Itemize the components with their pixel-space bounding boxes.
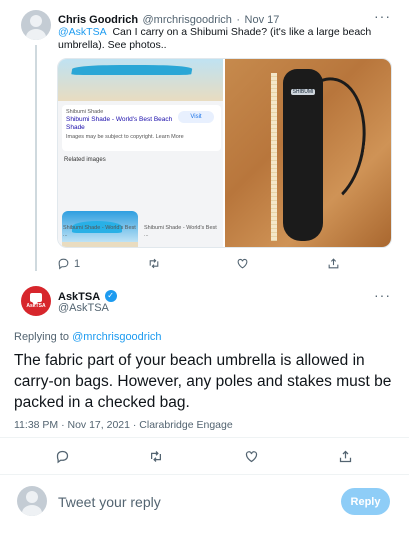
retweet-icon xyxy=(151,451,161,462)
reply-action[interactable] xyxy=(55,449,70,464)
reply-author-handle[interactable]: @AskTSA xyxy=(58,302,109,314)
page-title: Shibumi Shade - World's Best Beach Shade xyxy=(66,116,173,131)
avatar[interactable] xyxy=(21,10,51,40)
author-handle[interactable]: @mrchrisgoodrich xyxy=(143,14,232,26)
heart-icon xyxy=(245,451,258,463)
retweet-action[interactable] xyxy=(148,449,164,464)
tweet-date[interactable]: Nov 17 xyxy=(245,14,280,26)
like-action[interactable] xyxy=(236,257,249,270)
reply-action[interactable]: 1 xyxy=(57,257,80,270)
related-images-label: Related images xyxy=(64,157,106,163)
like-action[interactable] xyxy=(244,449,259,464)
verified-badge-icon: ✓ xyxy=(104,289,117,302)
share-icon xyxy=(328,258,339,269)
bag-label: SHIBUMI xyxy=(291,89,315,95)
tweet-media[interactable]: Shibumi Shade Shibumi Shade - World's Be… xyxy=(57,58,392,248)
media-image-search-screenshot[interactable]: Shibumi Shade Shibumi Shade - World's Be… xyxy=(58,59,225,247)
copyright-note: Images may be subject to copyright. Lear… xyxy=(66,134,184,140)
thumb-caption-1: Shibumi Shade - World's Best ... xyxy=(63,225,136,238)
retweet-icon xyxy=(149,258,159,269)
thumb-caption-2: Shibumi Shade - World's Best ... xyxy=(144,225,217,238)
thread-line xyxy=(35,45,37,271)
ruler xyxy=(271,73,277,241)
reply-input[interactable]: Tweet your reply xyxy=(58,494,161,510)
user-avatar[interactable] xyxy=(17,486,47,516)
author-name[interactable]: Chris Goodrich xyxy=(58,14,138,26)
replying-to: Replying to @mrchrisgoodrich xyxy=(14,331,162,343)
divider xyxy=(0,474,409,475)
reply-button[interactable]: Reply xyxy=(341,488,390,515)
retweet-action[interactable] xyxy=(147,257,161,270)
share-action[interactable] xyxy=(338,449,353,464)
beach-photo xyxy=(58,59,223,101)
share-action[interactable] xyxy=(327,257,340,270)
reply-icon xyxy=(58,258,69,270)
reply-text: The fabric part of your beach umbrella i… xyxy=(14,352,392,411)
replying-to-link[interactable]: @mrchrisgoodrich xyxy=(72,331,161,343)
reply-icon xyxy=(56,450,69,464)
asktsa-avatar[interactable]: AskTSA xyxy=(21,286,51,316)
share-icon xyxy=(339,450,352,463)
divider xyxy=(0,437,409,438)
tweet-text: @AskTSA Can I carry on a Shibumi Shade? … xyxy=(58,26,388,52)
mention-link[interactable]: @AskTSA xyxy=(58,26,107,38)
reply-count: 1 xyxy=(74,257,81,270)
reply-timestamp[interactable]: 11:38 PM · Nov 17, 2021 · Clarabridge En… xyxy=(14,419,233,431)
replying-prefix: Replying to xyxy=(14,331,70,343)
heart-icon xyxy=(237,258,248,269)
media-bag-photo[interactable]: SHIBUMI xyxy=(225,59,391,247)
more-options-icon[interactable]: ··· xyxy=(374,288,391,302)
visit-button: Visit xyxy=(178,111,214,123)
more-options-icon[interactable]: ··· xyxy=(374,9,391,23)
separator: · xyxy=(236,14,241,26)
